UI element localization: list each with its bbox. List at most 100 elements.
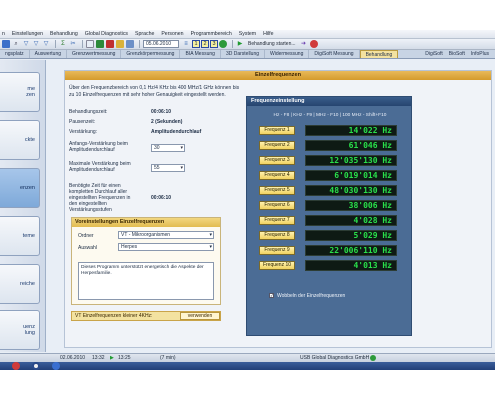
app-icon[interactable] bbox=[12, 362, 20, 370]
preset-box: Voreinstellungen Einzelfrequenzen Ordner… bbox=[71, 217, 221, 305]
cut-icon[interactable]: ✂ bbox=[69, 40, 77, 48]
delete-icon[interactable] bbox=[106, 40, 114, 48]
menu-item-sprache[interactable]: Sprache bbox=[135, 31, 154, 37]
frequency-row: Frequenz 4 6'019'014 Hz bbox=[259, 170, 399, 181]
sidebar-item-label: teme bbox=[22, 232, 35, 239]
filter-icon[interactable]: ▽ bbox=[22, 40, 30, 48]
tab-arbeitsplatz[interactable]: ngsplatz bbox=[0, 50, 30, 58]
status-device: USB Global Diagnostics GmbH bbox=[300, 355, 370, 361]
frequency-row: Frequenz 6 38'006 Hz bbox=[259, 200, 399, 211]
intro-text: Über den Frequenzbereich von 0,1 Hz/4 KH… bbox=[69, 85, 240, 98]
frequency-button-4[interactable]: Frequenz 4 bbox=[259, 171, 295, 180]
menu-item-hilfe[interactable]: Hilfe bbox=[263, 31, 273, 37]
frequency-button-5[interactable]: Frequenz 5 bbox=[259, 186, 295, 195]
new-document-icon[interactable] bbox=[86, 40, 94, 48]
tab-bia-messung[interactable]: BIA Messung bbox=[180, 50, 221, 58]
menu-item-system[interactable]: System bbox=[239, 31, 256, 37]
tab-digisoft[interactable]: DigiSoft bbox=[425, 50, 443, 58]
tab-behandlung[interactable]: Behandlung bbox=[359, 50, 399, 58]
selection-select[interactable]: Herpes bbox=[118, 243, 214, 251]
export-icon[interactable] bbox=[96, 40, 104, 48]
number-button-3[interactable]: 3 bbox=[210, 40, 218, 48]
record-icon[interactable] bbox=[219, 40, 227, 48]
print-icon[interactable] bbox=[126, 40, 134, 48]
filter-icon-2[interactable]: ▽ bbox=[32, 40, 40, 48]
taskbar bbox=[0, 362, 495, 370]
toolbar-separator bbox=[55, 40, 56, 48]
frequency-button-1[interactable]: Frequenz 1 bbox=[259, 126, 295, 135]
sidebar-item-label: ckte bbox=[24, 136, 35, 143]
frequency-button-6[interactable]: Frequenz 6 bbox=[259, 201, 295, 210]
frequency-display-1[interactable]: 14'022 Hz bbox=[305, 125, 397, 136]
tab-bar: ngsplatz Auswertung Grenzwertmessung Gre… bbox=[0, 50, 495, 59]
frequency-display-5[interactable]: 48'030'130 Hz bbox=[305, 185, 397, 196]
frequency-button-7[interactable]: Frequenz 7 bbox=[259, 216, 295, 225]
frequency-row: Frequenz 8 5'029 Hz bbox=[259, 230, 399, 241]
frequency-display-4[interactable]: 6'019'014 Hz bbox=[305, 170, 397, 181]
frequency-button-8[interactable]: Frequenz 8 bbox=[259, 231, 295, 240]
stop-icon[interactable] bbox=[309, 40, 318, 48]
frequency-row: Frequenz 9 22'006'110 Hz bbox=[259, 245, 399, 256]
frequency-button-9[interactable]: Frequenz 9 bbox=[259, 246, 295, 255]
number-button-2[interactable]: 2 bbox=[201, 40, 209, 48]
sidebar-item-programme[interactable]: me zen bbox=[0, 72, 40, 112]
menu-item-behandlung[interactable]: Behandlung bbox=[50, 31, 78, 37]
frequency-button-3[interactable]: Frequenz 3 bbox=[259, 156, 295, 165]
frequency-display-9[interactable]: 22'006'110 Hz bbox=[305, 245, 397, 256]
tab-widermessung[interactable]: Widermessung bbox=[265, 50, 310, 58]
tab-biosoft[interactable]: BioSoft bbox=[449, 50, 465, 58]
status-time: 13:32 bbox=[92, 355, 105, 361]
folder-icon[interactable] bbox=[116, 40, 124, 48]
start-treatment-button[interactable]: Behandlung starten... bbox=[248, 41, 296, 47]
frequency-display-6[interactable]: 38'006 Hz bbox=[305, 200, 397, 211]
frequency-display-2[interactable]: 61'046 Hz bbox=[305, 140, 397, 151]
sum-icon[interactable]: Σ bbox=[59, 40, 67, 48]
amplification-value: Amplitudendurchlauf bbox=[151, 129, 202, 135]
menu-item-n[interactable]: n bbox=[2, 31, 5, 37]
menu-item-personen[interactable]: Personen bbox=[161, 31, 183, 37]
sidebar: me zen ckte enzen teme reiche uenz lung bbox=[0, 60, 46, 352]
sidebar-item-bereiche[interactable]: reiche bbox=[0, 264, 40, 304]
frequency-display-7[interactable]: 4'028 Hz bbox=[305, 215, 397, 226]
wobble-option[interactable]: ✓ Wobbeln der Einzelfrequenzen bbox=[269, 293, 345, 299]
frequency-button-10[interactable]: Frequenz 10 bbox=[259, 261, 295, 270]
tab-grenzkoerpermessung[interactable]: Grenzkörpermessung bbox=[121, 50, 181, 58]
sidebar-item-label: uenz lung bbox=[23, 323, 35, 337]
browser-icon[interactable] bbox=[32, 362, 40, 370]
max-gain-select[interactable]: 55 bbox=[151, 164, 185, 172]
monitor-bezel-bottom bbox=[0, 380, 495, 400]
menu-item-global-diagnostics[interactable]: Global Diagnostics bbox=[85, 31, 128, 37]
sidebar-item-einzelfrequenzen[interactable]: enzen bbox=[0, 168, 40, 208]
sidebar-item-projekte[interactable]: ckte bbox=[0, 120, 40, 160]
toolbar-separator bbox=[232, 40, 233, 48]
use-button[interactable]: verwenden bbox=[180, 312, 220, 320]
tab-infoplus[interactable]: InfoPlus bbox=[471, 50, 489, 58]
start-icon[interactable] bbox=[52, 362, 60, 370]
tab-grenzwertmessung[interactable]: Grenzwertmessung bbox=[67, 50, 122, 58]
frequency-display-8[interactable]: 5'029 Hz bbox=[305, 230, 397, 241]
arrow-icon[interactable]: ➜ bbox=[300, 40, 308, 48]
user-icon[interactable] bbox=[2, 40, 10, 48]
tab-auswertung[interactable]: Auswertung bbox=[30, 50, 68, 58]
sidebar-item-frequenzsuchlung[interactable]: uenz lung bbox=[0, 310, 40, 350]
start-gain-select[interactable]: 30 bbox=[151, 144, 185, 152]
tab-3d-darstellung[interactable]: 3D Darstellung bbox=[221, 50, 266, 58]
filter-icon-3[interactable]: ▽ bbox=[42, 40, 50, 48]
frequency-display-3[interactable]: 12'035'130 Hz bbox=[305, 155, 397, 166]
number-button-1[interactable]: 1 bbox=[192, 40, 200, 48]
frequency-row: Frequenz 7 4'028 Hz bbox=[259, 215, 399, 226]
play-icon[interactable]: ▶ bbox=[236, 40, 244, 48]
sidebar-item-label: reiche bbox=[20, 280, 35, 287]
wobble-checkbox[interactable]: ✓ bbox=[269, 293, 274, 299]
menu-item-einstellungen[interactable]: Einstellungen bbox=[12, 31, 43, 37]
list-icon[interactable]: ≡ bbox=[182, 40, 190, 48]
menu-item-programmbereich[interactable]: Programmbereich bbox=[191, 31, 232, 37]
preset-title: Voreinstellungen Einzelfrequenzen bbox=[72, 218, 220, 227]
sidebar-item-systeme[interactable]: teme bbox=[0, 216, 40, 256]
folder-select[interactable]: VT - Mikroorganismen bbox=[118, 231, 214, 239]
tab-digisoft-messung[interactable]: DigiSoft Messung bbox=[309, 50, 360, 58]
binoculars-icon[interactable]: ⌕ bbox=[12, 40, 20, 48]
frequency-display-10[interactable]: 4'013 Hz bbox=[305, 260, 397, 271]
frequency-button-2[interactable]: Frequenz 2 bbox=[259, 141, 295, 150]
date-select[interactable]: 05.06.2010 bbox=[143, 40, 179, 48]
